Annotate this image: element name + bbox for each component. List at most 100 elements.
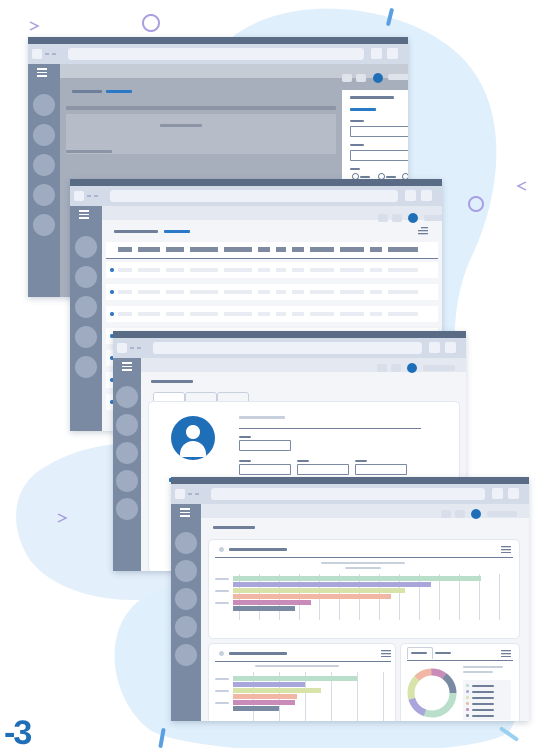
sidebar-nav-item[interactable] [116, 414, 138, 436]
sidebar-nav-item[interactable] [116, 442, 138, 464]
profile-avatar-icon[interactable] [171, 416, 215, 460]
profile-field[interactable] [239, 464, 291, 475]
sidebar-nav-item[interactable] [33, 94, 55, 116]
bar[interactable] [233, 694, 297, 699]
user-name-chip[interactable] [424, 215, 442, 221]
donut-chart[interactable] [405, 666, 459, 720]
gantt-bar[interactable] [233, 606, 295, 611]
tab-label[interactable] [435, 652, 451, 654]
bar[interactable] [233, 688, 321, 693]
url-field[interactable] [68, 48, 364, 60]
back-button[interactable] [175, 489, 185, 499]
nav-buttons[interactable] [74, 191, 98, 201]
sidebar-nav-item[interactable] [33, 124, 55, 146]
hamburger-icon[interactable] [180, 508, 190, 519]
url-field[interactable] [110, 190, 398, 202]
sidebar-nav-item[interactable] [75, 236, 97, 258]
table-body [66, 114, 336, 154]
toolbar-button[interactable] [342, 74, 352, 82]
sidebar-nav-item[interactable] [33, 184, 55, 206]
window-button[interactable] [387, 48, 398, 59]
bar[interactable] [233, 700, 295, 705]
url-field[interactable] [153, 342, 422, 354]
sidebar-nav-item[interactable] [175, 616, 197, 638]
bar[interactable] [233, 682, 305, 687]
window-button[interactable] [492, 488, 503, 499]
user-avatar-icon[interactable] [373, 73, 383, 83]
sidebar-nav-item[interactable] [75, 266, 97, 288]
toolbar-button[interactable] [455, 510, 465, 518]
table-header-row [106, 242, 438, 259]
sidebar-nav-item[interactable] [175, 588, 197, 610]
sidebar-nav-item[interactable] [75, 296, 97, 318]
sidebar-nav-item[interactable] [116, 386, 138, 408]
name-field[interactable] [239, 440, 291, 451]
gantt-bar[interactable] [233, 576, 481, 581]
sidebar-nav-item[interactable] [175, 532, 197, 554]
user-name-chip[interactable] [423, 365, 455, 371]
back-button[interactable] [74, 191, 84, 201]
user-name-chip[interactable] [487, 511, 517, 517]
address-bar-area [113, 338, 466, 358]
bar[interactable] [233, 706, 279, 711]
user-avatar-icon[interactable] [471, 509, 481, 519]
breadcrumb-active[interactable] [164, 230, 190, 233]
breadcrumb [114, 230, 158, 233]
sidebar-nav-item[interactable] [175, 560, 197, 582]
back-button[interactable] [32, 49, 42, 59]
sidebar-nav-item[interactable] [116, 470, 138, 492]
sidebar-nav-item[interactable] [33, 214, 55, 236]
sidebar-nav-item[interactable] [75, 356, 97, 378]
profile-field[interactable] [297, 464, 349, 475]
user-avatar-icon[interactable] [408, 213, 418, 223]
sidebar-nav-item[interactable] [175, 644, 197, 666]
axis-label [215, 702, 229, 704]
gantt-bar[interactable] [233, 600, 311, 605]
card-title-dot [219, 547, 224, 552]
window-button[interactable] [405, 190, 416, 201]
toolbar-button[interactable] [356, 74, 366, 82]
nav-buttons[interactable] [175, 489, 199, 499]
list-icon[interactable] [381, 650, 391, 657]
list-icon[interactable] [418, 227, 428, 235]
sidebar-nav-item[interactable] [75, 326, 97, 348]
back-button[interactable] [117, 343, 127, 353]
table-row[interactable] [106, 262, 438, 278]
user-avatar-icon[interactable] [407, 363, 417, 373]
panel-link[interactable] [350, 108, 376, 111]
field-label [297, 460, 309, 462]
window-button[interactable] [508, 488, 519, 499]
window-button[interactable] [421, 190, 432, 201]
toolbar-button[interactable] [377, 364, 387, 372]
sidebar-nav-item[interactable] [116, 498, 138, 520]
gantt-bar[interactable] [233, 588, 405, 593]
table-row[interactable] [106, 284, 438, 300]
hamburger-icon[interactable] [79, 210, 89, 221]
sidebar-nav-item[interactable] [33, 154, 55, 176]
nav-buttons[interactable] [32, 49, 56, 59]
toolbar-button[interactable] [441, 510, 451, 518]
toolbar-button[interactable] [391, 364, 401, 372]
breadcrumb-active[interactable] [106, 90, 132, 93]
gantt-bar[interactable] [233, 594, 391, 599]
list-icon[interactable] [501, 650, 511, 657]
table-row[interactable] [106, 306, 438, 322]
text-input[interactable] [350, 126, 408, 137]
nav-buttons[interactable] [117, 343, 141, 353]
url-field[interactable] [211, 488, 485, 500]
window-button[interactable] [371, 48, 382, 59]
hamburger-icon[interactable] [37, 68, 47, 79]
toolbar-button[interactable] [378, 214, 388, 222]
bar[interactable] [233, 676, 357, 681]
toolbar-button[interactable] [392, 214, 402, 222]
field-label [350, 144, 364, 146]
profile-field[interactable] [355, 464, 407, 475]
hamburger-icon[interactable] [122, 362, 132, 373]
user-name-chip[interactable] [388, 74, 408, 80]
list-icon[interactable] [501, 546, 511, 553]
window-button[interactable] [429, 342, 440, 353]
breadcrumb [151, 380, 193, 383]
text-input[interactable] [350, 150, 408, 161]
window-button[interactable] [445, 342, 456, 353]
gantt-bar[interactable] [233, 582, 431, 587]
